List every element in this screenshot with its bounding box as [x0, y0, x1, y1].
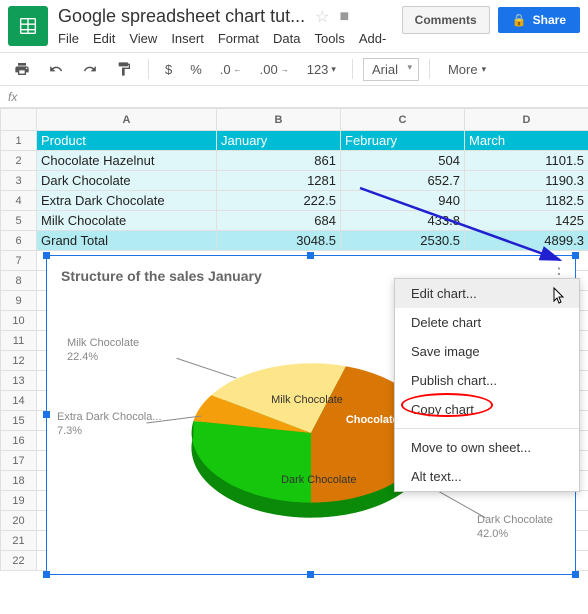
row-header[interactable]: 6 [1, 231, 37, 251]
row-header[interactable]: 1 [1, 131, 37, 151]
cell[interactable]: 861 [217, 151, 341, 171]
row-header[interactable]: 15 [1, 411, 37, 431]
row-header[interactable]: 19 [1, 491, 37, 511]
row-header[interactable]: 14 [1, 391, 37, 411]
increase-decimal-button[interactable]: .00→ [254, 58, 295, 81]
menu-copy-chart[interactable]: Copy chart [395, 395, 579, 424]
menu-file[interactable]: File [58, 31, 79, 46]
col-header-c[interactable]: C [341, 109, 465, 131]
menu-publish-chart[interactable]: Publish chart... [395, 366, 579, 395]
menu-insert[interactable]: Insert [171, 31, 204, 46]
lock-icon: 🔒 [512, 13, 527, 27]
row-header[interactable]: 18 [1, 471, 37, 491]
pointer-cursor-icon [548, 286, 568, 313]
menu-format[interactable]: Format [218, 31, 259, 46]
more-button[interactable]: More▾ [440, 58, 494, 81]
currency-button[interactable]: $ [159, 58, 178, 81]
share-button[interactable]: 🔒 Share [498, 7, 580, 33]
chart-leader-milk: Milk Chocolate22.4% [67, 336, 139, 365]
number-format-button[interactable]: 123 ▾ [301, 58, 342, 81]
menu-addons[interactable]: Add- [359, 31, 386, 46]
comments-button[interactable]: Comments [402, 6, 490, 34]
row-header[interactable]: 11 [1, 331, 37, 351]
paint-format-icon[interactable] [110, 57, 138, 81]
star-icon[interactable]: ☆ [315, 7, 329, 27]
doc-title[interactable]: Google spreadsheet chart tut... [58, 6, 305, 27]
select-all-corner[interactable] [1, 109, 37, 131]
row-header[interactable]: 13 [1, 371, 37, 391]
chart-leader-dark: Dark Chocolate42.0% [477, 513, 553, 542]
fx-label: fx [8, 90, 38, 104]
cell[interactable]: 684 [217, 211, 341, 231]
menu-view[interactable]: View [129, 31, 157, 46]
col-header-d[interactable]: D [465, 109, 588, 131]
pie-label-milk: Milk Chocolate [271, 394, 343, 406]
share-label: Share [533, 13, 566, 27]
pie-label-dark: Dark Chocolate [281, 474, 356, 486]
font-select[interactable]: Arial▾ [363, 58, 419, 81]
row-header[interactable]: 20 [1, 511, 37, 531]
row-header[interactable]: 22 [1, 551, 37, 571]
cell[interactable]: January [217, 131, 341, 151]
cell[interactable]: Product [37, 131, 217, 151]
cell[interactable]: 3048.5 [217, 231, 341, 251]
menu-data[interactable]: Data [273, 31, 300, 46]
row-header[interactable]: 5 [1, 211, 37, 231]
menu-edit[interactable]: Edit [93, 31, 115, 46]
folder-icon[interactable]: ■ [340, 8, 350, 26]
sheets-logo[interactable] [8, 6, 48, 46]
chart-leader-extra: Extra Dark Chocola...7.3% [57, 410, 162, 439]
menu-tools[interactable]: Tools [314, 31, 344, 46]
row-header[interactable]: 21 [1, 531, 37, 551]
cell[interactable]: 504 [341, 151, 465, 171]
cell[interactable]: 1101.5 [465, 151, 588, 171]
cell[interactable]: 222.5 [217, 191, 341, 211]
cell[interactable]: March [465, 131, 588, 151]
row-header[interactable]: 17 [1, 451, 37, 471]
cell[interactable]: Dark Chocolate [37, 171, 217, 191]
menu-alt-text[interactable]: Alt text... [395, 462, 579, 491]
cell[interactable]: Grand Total [37, 231, 217, 251]
col-header-a[interactable]: A [37, 109, 217, 131]
row-header[interactable]: 7 [1, 251, 37, 271]
row-header[interactable]: 4 [1, 191, 37, 211]
cell[interactable]: 1281 [217, 171, 341, 191]
row-header[interactable]: 8 [1, 271, 37, 291]
menu-move-to-sheet[interactable]: Move to own sheet... [395, 433, 579, 462]
row-header[interactable]: 10 [1, 311, 37, 331]
cell[interactable]: Milk Chocolate [37, 211, 217, 231]
cell[interactable]: Extra Dark Chocolate [37, 191, 217, 211]
row-header[interactable]: 16 [1, 431, 37, 451]
row-header[interactable]: 3 [1, 171, 37, 191]
percent-button[interactable]: % [184, 58, 208, 81]
col-header-b[interactable]: B [217, 109, 341, 131]
decrease-decimal-button[interactable]: .0← [214, 58, 248, 81]
row-header[interactable]: 12 [1, 351, 37, 371]
redo-icon[interactable] [76, 58, 104, 80]
row-header[interactable]: 2 [1, 151, 37, 171]
row-header[interactable]: 9 [1, 291, 37, 311]
menu-save-image[interactable]: Save image [395, 337, 579, 366]
cell[interactable]: February [341, 131, 465, 151]
print-icon[interactable] [8, 57, 36, 81]
cell[interactable]: Chocolate Hazelnut [37, 151, 217, 171]
undo-icon[interactable] [42, 58, 70, 80]
